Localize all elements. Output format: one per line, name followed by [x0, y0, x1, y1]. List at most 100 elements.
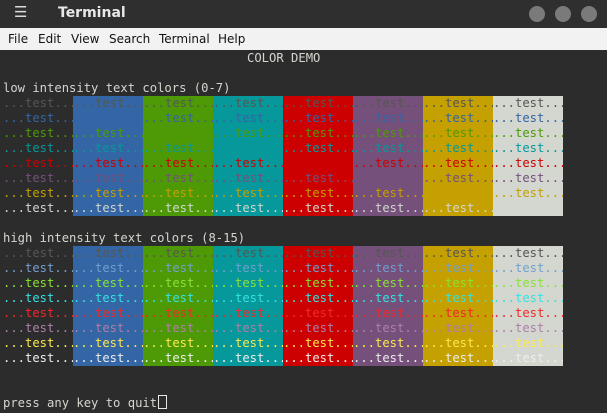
- color-cell: ...test...: [143, 246, 213, 261]
- color-cell: ...test...: [73, 351, 143, 366]
- color-cell: ...test...: [423, 336, 493, 351]
- high-intensity-title: high intensity text colors (8-15): [3, 231, 246, 245]
- color-cell: ...test...: [3, 261, 73, 276]
- menu-search[interactable]: Search: [109, 32, 150, 46]
- window-title: Terminal: [58, 5, 126, 21]
- color-cell: ...test...: [353, 336, 423, 351]
- color-cell: ...test...: [423, 321, 493, 336]
- color-cell: ...test...: [423, 276, 493, 291]
- color-cell: ...test...: [353, 246, 423, 261]
- color-cell: ...test...: [213, 276, 283, 291]
- color-cell: ...test...: [3, 291, 73, 306]
- color-cell: ...test...: [143, 201, 213, 216]
- maximize-button[interactable]: [555, 6, 571, 22]
- color-cell: ...test...: [213, 321, 283, 336]
- color-cell: ...test...: [423, 141, 493, 156]
- color-cell: ...test...: [423, 111, 493, 126]
- color-cell: ...test...: [353, 156, 423, 171]
- color-cell: ...test...: [283, 291, 353, 306]
- color-cell: ...test...: [3, 96, 73, 111]
- color-cell: ...test...: [493, 111, 563, 126]
- color-cell: ...test...: [423, 261, 493, 276]
- color-cell: ...test...: [73, 321, 143, 336]
- color-cell: ...test...: [213, 246, 283, 261]
- color-cell: ...test...: [3, 111, 73, 126]
- color-cell: ...test...: [423, 156, 493, 171]
- menu-terminal[interactable]: Terminal: [159, 32, 210, 46]
- color-cell: ...test...: [423, 186, 493, 201]
- color-cell: ...test...: [3, 336, 73, 351]
- color-cell: ...test...: [353, 261, 423, 276]
- color-cell: ...test...: [283, 261, 353, 276]
- color-cell: ...test...: [493, 201, 563, 216]
- color-cell: ...test...: [213, 111, 283, 126]
- color-cell: ...test...: [493, 336, 563, 351]
- menu-file[interactable]: File: [8, 32, 28, 46]
- color-cell: ...test...: [493, 306, 563, 321]
- color-cell: ...test...: [73, 126, 143, 141]
- color-cell: ...test...: [283, 96, 353, 111]
- menu-view[interactable]: View: [71, 32, 99, 46]
- color-cell: ...test...: [493, 186, 563, 201]
- color-cell: ...test...: [283, 171, 353, 186]
- color-cell: ...test...: [143, 336, 213, 351]
- color-cell: ...test...: [3, 306, 73, 321]
- color-cell: ...test...: [3, 186, 73, 201]
- color-cell: ...test...: [3, 201, 73, 216]
- color-cell: ...test...: [493, 276, 563, 291]
- color-cell: ...test...: [3, 141, 73, 156]
- color-cell: ...test...: [143, 351, 213, 366]
- color-cell: ...test...: [143, 96, 213, 111]
- color-cell: ...test...: [283, 306, 353, 321]
- color-cell: ...test...: [283, 276, 353, 291]
- color-cell: ...test...: [283, 321, 353, 336]
- color-cell: ...test...: [73, 156, 143, 171]
- color-cell: ...test...: [423, 201, 493, 216]
- minimize-button[interactable]: [529, 6, 545, 22]
- title-bar: ☰ Terminal: [0, 0, 607, 28]
- color-cell: ...test...: [3, 321, 73, 336]
- color-cell: ...test...: [73, 261, 143, 276]
- color-cell: ...test...: [353, 171, 423, 186]
- close-button[interactable]: [581, 6, 597, 22]
- color-cell: ...test...: [143, 126, 213, 141]
- color-cell: ...test...: [143, 276, 213, 291]
- color-cell: ...test...: [493, 291, 563, 306]
- terminal-area[interactable]: COLOR DEMO low intensity text colors (0-…: [0, 50, 607, 413]
- color-cell: ...test...: [143, 156, 213, 171]
- color-cell: ...test...: [213, 336, 283, 351]
- color-cell: ...test...: [73, 336, 143, 351]
- color-cell: ...test...: [213, 126, 283, 141]
- color-cell: ...test...: [73, 111, 143, 126]
- menu-help[interactable]: Help: [218, 32, 245, 46]
- color-cell: ...test...: [353, 96, 423, 111]
- color-cell: ...test...: [73, 96, 143, 111]
- color-cell: ...test...: [493, 141, 563, 156]
- color-cell: ...test...: [213, 351, 283, 366]
- low-intensity-grid: ...test... ...test... ...test... ...test...…: [3, 96, 563, 216]
- color-cell: ...test...: [3, 351, 73, 366]
- terminal-cursor: [158, 395, 168, 409]
- color-cell: ...test...: [423, 126, 493, 141]
- color-cell: ...test...: [283, 201, 353, 216]
- color-cell: ...test...: [213, 156, 283, 171]
- color-cell: ...test...: [493, 246, 563, 261]
- color-cell: ...test...: [423, 96, 493, 111]
- color-cell: ...test...: [353, 141, 423, 156]
- color-cell: ...test...: [493, 96, 563, 111]
- color-cell: ...test...: [353, 276, 423, 291]
- color-cell: ...test...: [213, 261, 283, 276]
- color-cell: ...test...: [73, 141, 143, 156]
- quit-prompt-text: press any key to quit: [3, 396, 158, 410]
- color-cell: ...test...: [73, 276, 143, 291]
- color-cell: ...test...: [353, 186, 423, 201]
- color-cell: ...test...: [423, 246, 493, 261]
- hamburger-menu-icon[interactable]: ☰: [14, 3, 27, 21]
- high-intensity-grid: ...test... ...test... ...test... ...test...…: [3, 246, 563, 366]
- color-cell: ...test...: [283, 336, 353, 351]
- color-cell: ...test...: [3, 276, 73, 291]
- color-cell: ...test...: [143, 186, 213, 201]
- menu-edit[interactable]: Edit: [38, 32, 61, 46]
- color-cell: ...test...: [73, 201, 143, 216]
- color-cell: ...test...: [353, 306, 423, 321]
